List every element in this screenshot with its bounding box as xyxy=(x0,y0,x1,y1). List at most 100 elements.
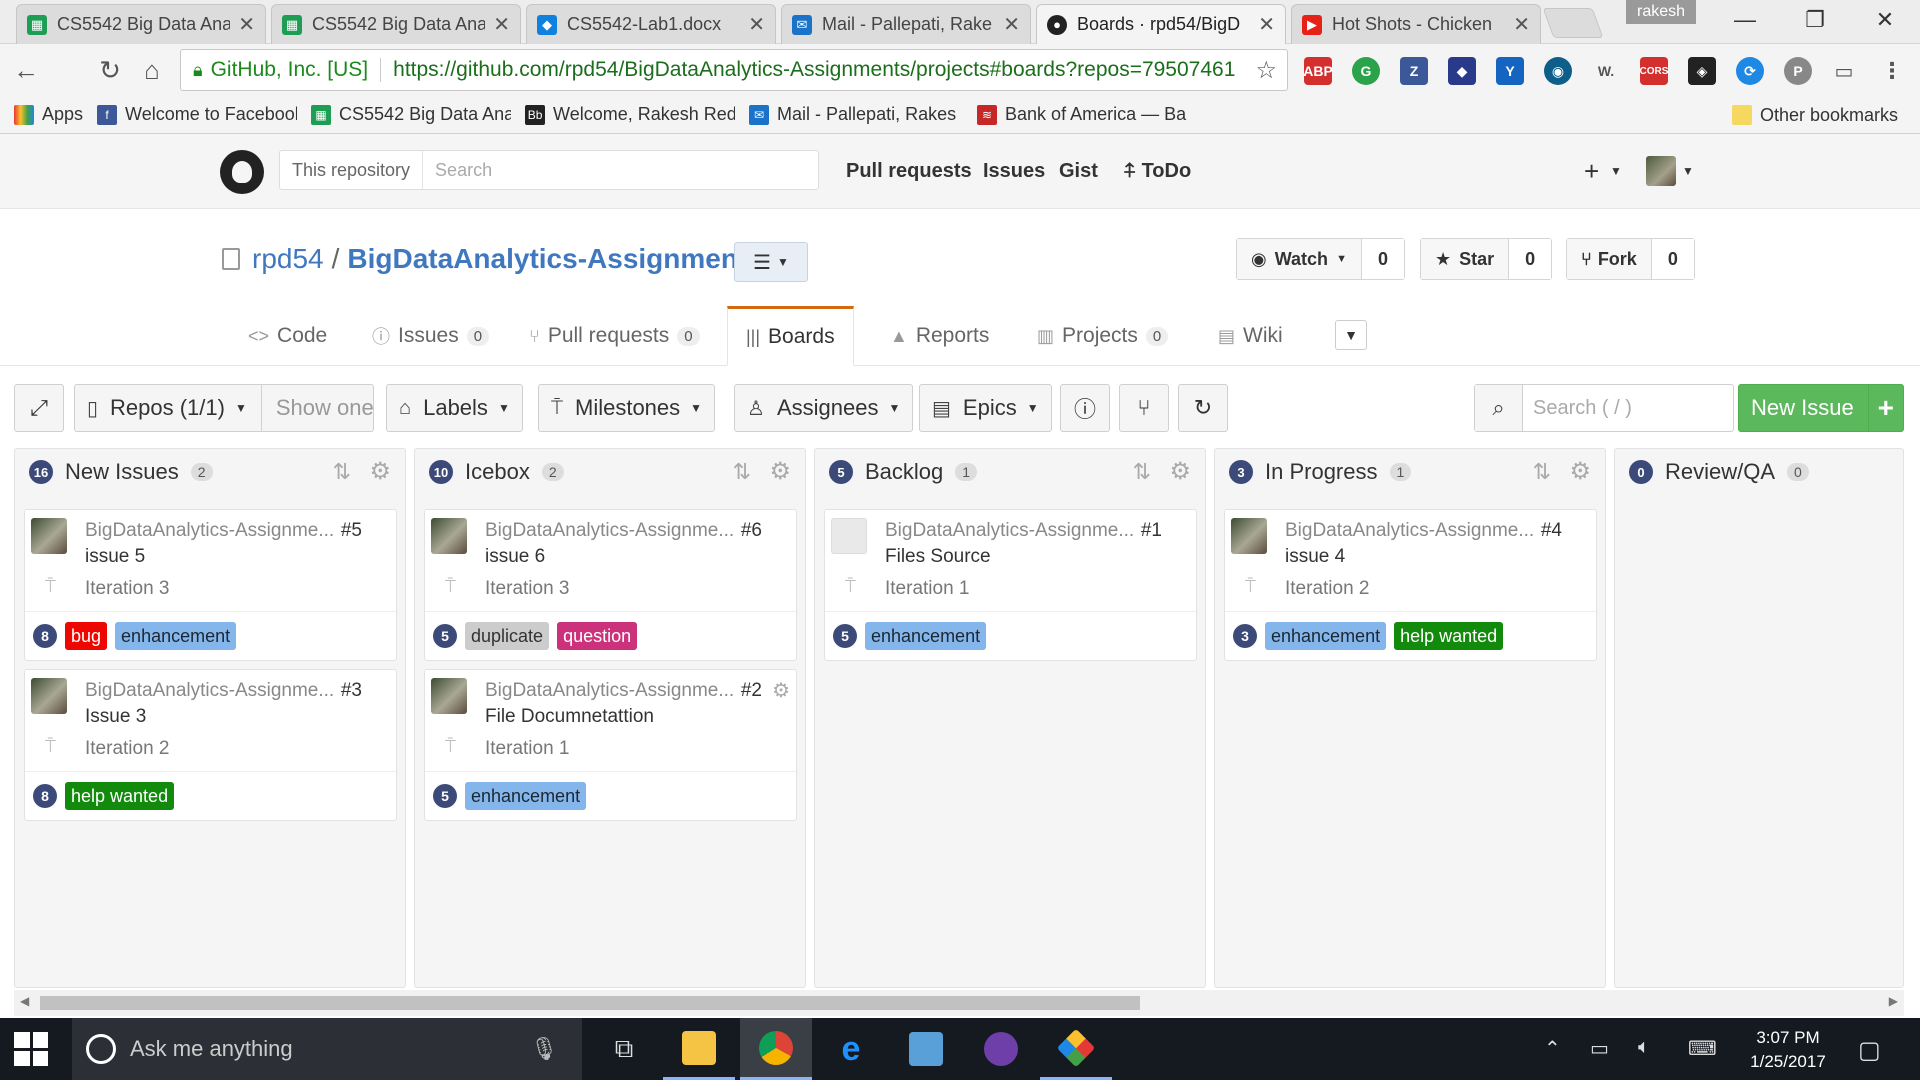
address-bar[interactable]: 🔒︎ GitHub, Inc. [US] https://github.com/… xyxy=(180,49,1288,91)
epics-filter[interactable]: ▤ Epics ▼ xyxy=(919,384,1052,432)
microphone-icon[interactable]: 🎙︎ xyxy=(530,1036,558,1062)
issue-card[interactable]: BigDataAnalytics-Assignme... #6 issue 6 … xyxy=(424,509,797,661)
close-window-icon[interactable]: ✕ xyxy=(1850,0,1920,40)
github-logo-icon[interactable] xyxy=(220,150,264,194)
board-search[interactable]: ⌕ Search ( / ) xyxy=(1474,384,1734,432)
browser-tab-2[interactable]: ▦ CS5542 Big Data Ana ✕ xyxy=(271,4,521,44)
close-tab-icon[interactable]: ✕ xyxy=(748,12,765,37)
gear-icon[interactable]: ⚙ xyxy=(1169,457,1191,486)
minimize-icon[interactable]: — xyxy=(1710,0,1780,40)
new-tab-button[interactable] xyxy=(1542,8,1604,38)
sort-icon[interactable]: ⇅ xyxy=(733,459,751,485)
close-tab-icon[interactable]: ✕ xyxy=(493,12,510,37)
chrome-taskbar-icon[interactable] xyxy=(740,1018,812,1080)
watch-count[interactable]: 0 xyxy=(1361,239,1404,279)
sort-icon[interactable]: ⇅ xyxy=(333,459,351,485)
label-badge[interactable]: help wanted xyxy=(65,782,175,810)
label-badge[interactable]: enhancement xyxy=(1265,622,1387,650)
tab-reports[interactable]: ▲ Reports xyxy=(872,306,1007,366)
card-number[interactable]: #6 xyxy=(741,520,762,542)
repo-owner-link[interactable]: rpd54 xyxy=(252,243,324,275)
browser-tab-4[interactable]: ✉ Mail - Pallepati, Rake ✕ xyxy=(781,4,1031,44)
chevron-down-icon[interactable]: ▼ xyxy=(1682,164,1694,178)
issue-card[interactable]: BigDataAnalytics-Assignme... #5 issue 5 … xyxy=(24,509,397,661)
gear-icon[interactable]: ⚙ xyxy=(1569,457,1591,486)
label-badge[interactable]: help wanted xyxy=(1394,622,1504,650)
label-badge[interactable]: enhancement xyxy=(465,782,587,810)
edge-taskbar-icon[interactable]: e xyxy=(815,1018,887,1080)
sort-icon[interactable]: ⇅ xyxy=(1533,459,1551,485)
volume-icon[interactable]: 🔈︎ xyxy=(1638,1036,1650,1059)
other-bookmarks[interactable]: Other bookmarks xyxy=(1731,96,1898,134)
label-badge[interactable]: bug xyxy=(65,622,108,650)
bookmark-star-icon[interactable]: ☆ xyxy=(1255,56,1277,85)
task-view-icon[interactable]: ⧉ xyxy=(588,1018,660,1080)
show-one-button[interactable]: Show one xyxy=(260,385,374,431)
card-number[interactable]: #1 xyxy=(1141,520,1162,542)
card-title[interactable]: Files Source xyxy=(885,546,991,568)
nav-pull-requests[interactable]: Pull requests xyxy=(846,160,972,183)
label-badge[interactable]: question xyxy=(557,622,638,650)
control-panel-taskbar-icon[interactable] xyxy=(890,1018,962,1080)
menu-kebab-icon[interactable]: ⋮ xyxy=(1878,57,1906,85)
horizontal-scrollbar[interactable]: ◀ ▶ xyxy=(14,990,1904,1016)
close-tab-icon[interactable]: ✕ xyxy=(1258,12,1275,37)
y-extension-icon[interactable]: Y xyxy=(1496,57,1524,85)
bookmark-mail[interactable]: ✉ Mail - Pallepati, Rakes xyxy=(749,104,963,125)
p-extension-icon[interactable]: P xyxy=(1784,57,1812,85)
card-number[interactable]: #2 xyxy=(741,680,762,702)
star-button[interactable]: ★ Star xyxy=(1421,239,1510,279)
gear-icon[interactable]: ⚙ xyxy=(369,457,391,486)
label-badge[interactable]: enhancement xyxy=(115,622,237,650)
url-text[interactable]: https://github.com/rpd54/BigDataAnalytic… xyxy=(393,58,1245,82)
card-title[interactable]: issue 6 xyxy=(485,546,545,568)
watch-button[interactable]: ◉ Watch ▼ xyxy=(1237,239,1362,279)
cast-icon[interactable]: ▭ xyxy=(1830,57,1858,85)
scrollbar-thumb[interactable] xyxy=(40,996,1140,1010)
w-extension-icon[interactable]: W. xyxy=(1592,57,1620,85)
system-clock[interactable]: 3:07 PM 1/25/2017 xyxy=(1736,1026,1840,1074)
bookmark-blackboard[interactable]: Bb Welcome, Rakesh Red xyxy=(525,104,735,125)
card-title[interactable]: issue 5 xyxy=(85,546,145,568)
star-count[interactable]: 0 xyxy=(1509,239,1552,279)
file-explorer-icon[interactable] xyxy=(663,1018,735,1080)
label-badge[interactable]: enhancement xyxy=(865,622,987,650)
fork-button[interactable]: ⑂ Fork xyxy=(1567,239,1652,279)
cortana-search[interactable]: Ask me anything 🎙︎ xyxy=(72,1018,582,1080)
scroll-right-arrow-icon[interactable]: ▶ xyxy=(1889,994,1898,1008)
tab-issues[interactable]: ⓘ Issues 0 xyxy=(354,306,507,366)
issue-card[interactable]: BigDataAnalytics-Assignme... #2 ⚙ File D… xyxy=(424,669,797,821)
github-desktop-taskbar-icon[interactable] xyxy=(965,1018,1037,1080)
eye-extension-icon[interactable]: ◉ xyxy=(1544,57,1572,85)
notifications-icon[interactable]: ▢ xyxy=(1858,1036,1881,1065)
repos-filter[interactable]: ▯ Repos (1/1) ▼ Show one xyxy=(74,384,374,432)
assignees-filter[interactable]: ♙ Assignees ▼ xyxy=(734,384,914,432)
browser-tab-5-active[interactable]: ● Boards · rpd54/BigD ✕ xyxy=(1036,4,1286,44)
issue-card[interactable]: BigDataAnalytics-Assignme... #3 Issue 3 … xyxy=(24,669,397,821)
github-search[interactable]: This repository Search xyxy=(279,150,819,190)
browser-tab-3[interactable]: ◆ CS5542-Lab1.docx ✕ xyxy=(526,4,776,44)
vs-extension-icon[interactable]: ◈ xyxy=(1688,57,1716,85)
nav-issues[interactable]: Issues xyxy=(983,160,1045,183)
shield-extension-icon[interactable]: ◆ xyxy=(1448,57,1476,85)
close-tab-icon[interactable]: ✕ xyxy=(1513,12,1530,37)
tab-pull-requests[interactable]: ⑂ Pull requests 0 xyxy=(511,306,718,366)
chevron-up-icon[interactable]: ⌃ xyxy=(1544,1036,1561,1061)
card-number[interactable]: #5 xyxy=(341,520,362,542)
bookmark-cs5542[interactable]: ▦ CS5542 Big Data Anal xyxy=(311,104,511,125)
issues-toggle-icon[interactable]: ⓘ xyxy=(1060,384,1110,432)
bookmark-facebook[interactable]: f Welcome to Facebook xyxy=(97,104,297,125)
keyboard-icon[interactable]: ⌨ xyxy=(1688,1036,1717,1061)
card-number[interactable]: #4 xyxy=(1541,520,1562,542)
tab-wiki[interactable]: ▤ Wiki xyxy=(1200,306,1301,366)
bookmark-apps[interactable]: Apps xyxy=(14,104,83,125)
issue-card[interactable]: BigDataAnalytics-Assignme... #1 Files So… xyxy=(824,509,1197,661)
cortana-search-input[interactable]: Ask me anything xyxy=(130,1036,530,1062)
profile-name[interactable]: rakesh xyxy=(1626,0,1696,24)
browser-tab-1[interactable]: ▦ CS5542 Big Data Ana ✕ xyxy=(16,4,266,44)
grammar-extension-icon[interactable]: G xyxy=(1352,57,1380,85)
label-badge[interactable]: duplicate xyxy=(465,622,550,650)
chevron-down-icon[interactable]: ▼ xyxy=(1610,164,1622,178)
tab-boards[interactable]: ||| Boards xyxy=(727,306,854,366)
more-tabs-chevron-down-icon[interactable]: ▼ xyxy=(1335,320,1367,350)
